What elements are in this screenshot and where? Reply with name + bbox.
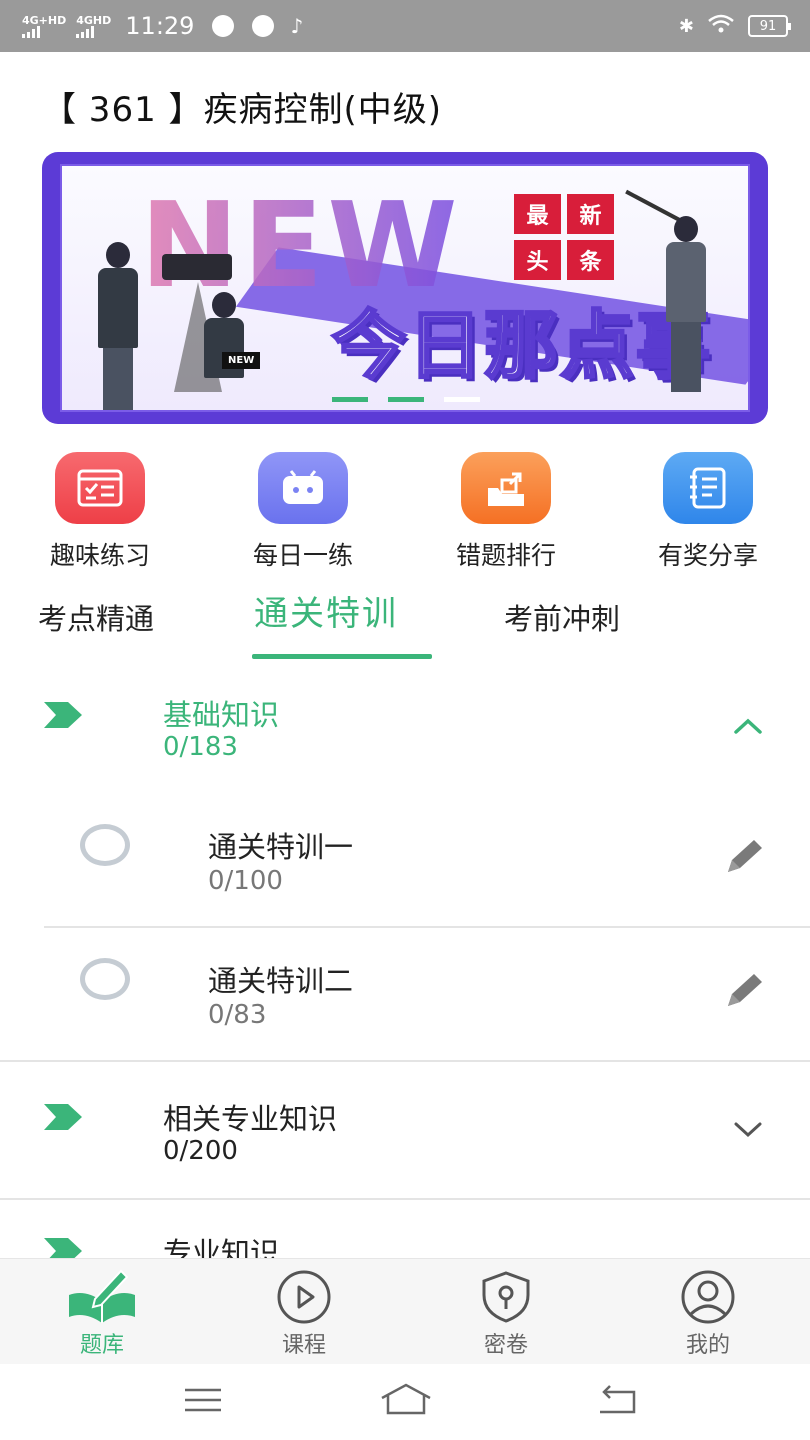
quick-action-share[interactable]: 有奖分享 xyxy=(628,452,788,572)
play-circle-icon xyxy=(277,1270,331,1324)
nav-item-course[interactable]: 课程 xyxy=(244,1269,364,1359)
user-circle-icon xyxy=(681,1270,735,1324)
menu-icon[interactable] xyxy=(183,1386,223,1414)
status-right: ✱ 91 xyxy=(678,14,791,39)
nav-label: 我的 xyxy=(685,1333,730,1358)
promo-banner[interactable]: NEW 最 新 头 条 今日那点事 NEW xyxy=(42,152,768,424)
item-count: 0/83 xyxy=(208,1000,267,1030)
shield-lock-icon xyxy=(482,1271,530,1323)
quick-action-label: 有奖分享 xyxy=(657,541,758,570)
section-title: 相关专业知识 xyxy=(163,1102,338,1136)
system-nav-bar xyxy=(0,1364,810,1440)
section-count: 0/200 xyxy=(163,1136,238,1166)
cameraman-illustration xyxy=(98,242,138,410)
status-time: 11:29 xyxy=(125,12,195,40)
pencil-icon[interactable] xyxy=(724,972,768,1012)
nav-label: 密卷 xyxy=(483,1333,528,1358)
book-pen-icon xyxy=(69,1269,135,1323)
nav-label: 课程 xyxy=(281,1333,326,1358)
tiktok-icon: ♪ xyxy=(290,14,304,38)
section-chevron-icon xyxy=(44,702,82,728)
banner-slogan: 今日那点事 xyxy=(331,302,712,391)
network-signal-icon: 4G+HD xyxy=(22,15,66,38)
chair-sign: NEW xyxy=(222,352,261,369)
page-title: 【 361 】疾病控制(中级) xyxy=(42,90,443,130)
item-title: 通关特训一 xyxy=(208,830,354,864)
banner-image: NEW 最 新 头 条 今日那点事 NEW xyxy=(60,164,750,412)
camera-illustration xyxy=(162,254,232,280)
mistake-export-icon xyxy=(461,452,551,524)
nav-item-secret[interactable]: 密卷 xyxy=(446,1269,566,1359)
notebook-icon xyxy=(663,452,753,524)
section-list: 基础知识 0/183 通关特训一 0/100 通关特训二 0/83 相关专业知识… xyxy=(0,664,810,1330)
section-title: 基础知识 xyxy=(163,698,280,732)
nav-item-tiku[interactable]: 题库 xyxy=(42,1269,162,1359)
battery-level: 91 xyxy=(759,18,777,34)
telegram-icon xyxy=(212,15,235,37)
bluetooth-icon: ✱ xyxy=(678,15,694,37)
quick-action-label: 每日一练 xyxy=(252,541,353,570)
network-label-2: 4GHD xyxy=(76,13,112,27)
quick-action-practice[interactable]: 趣味练习 xyxy=(20,452,180,572)
section-row-related[interactable]: 相关专业知识 0/200 xyxy=(0,1062,810,1198)
back-icon[interactable] xyxy=(596,1384,638,1416)
badge-char: 条 xyxy=(567,240,614,280)
status-left: 4G+HD 4GHD 11:29 ♪ xyxy=(22,12,303,40)
badge-char: 头 xyxy=(514,240,561,280)
nav-item-mine[interactable]: 我的 xyxy=(648,1269,768,1359)
carousel-dot-active[interactable] xyxy=(444,397,480,402)
quick-actions: 趣味练习 每日一练 错题排行 有奖分享 xyxy=(0,452,810,572)
section-chevron-icon xyxy=(44,1104,82,1130)
tab-tongguan[interactable]: 通关特训 xyxy=(254,586,398,635)
quick-action-mistakes[interactable]: 错题排行 xyxy=(426,452,586,572)
home-icon[interactable] xyxy=(378,1382,434,1416)
network-signal-icon-2: 4GHD xyxy=(76,15,111,38)
carousel-dot[interactable] xyxy=(332,397,368,402)
wifi-icon xyxy=(708,14,734,39)
carousel-dot[interactable] xyxy=(388,397,424,402)
pencil-icon[interactable] xyxy=(724,838,768,878)
chevron-up-icon[interactable] xyxy=(732,716,764,736)
bottom-nav: 题库 课程 密卷 我的 xyxy=(0,1258,810,1364)
sound-man-illustration xyxy=(666,216,706,392)
network-label-1: 4G+HD xyxy=(22,13,67,27)
headline-badge: 最 新 头 条 xyxy=(514,194,614,280)
active-tab-indicator xyxy=(252,654,432,659)
battery-icon: 91 xyxy=(748,15,791,37)
daily-box-icon xyxy=(258,452,348,524)
progress-ring-icon xyxy=(80,958,130,1000)
chevron-down-icon[interactable] xyxy=(732,1120,764,1140)
item-title: 通关特训二 xyxy=(208,964,354,998)
section-row-basic[interactable]: 基础知识 0/183 xyxy=(0,664,810,794)
quick-action-label: 错题排行 xyxy=(455,541,556,570)
section-count: 0/183 xyxy=(163,732,238,762)
badge-char: 新 xyxy=(567,194,614,234)
tab-kaodian[interactable]: 考点精通 xyxy=(38,596,154,638)
list-item-training-2[interactable]: 通关特训二 0/83 xyxy=(0,928,810,1060)
badge-char: 最 xyxy=(514,194,561,234)
category-tabs: 考点精通 通关特训 考前冲刺 xyxy=(0,590,810,664)
nav-label: 题库 xyxy=(79,1333,124,1358)
quick-action-daily[interactable]: 每日一练 xyxy=(223,452,383,572)
quick-action-label: 趣味练习 xyxy=(49,541,150,570)
compass-app-icon xyxy=(252,15,275,37)
progress-ring-icon xyxy=(80,824,130,866)
item-count: 0/100 xyxy=(208,866,283,896)
practice-form-icon xyxy=(55,452,145,524)
carousel-dots xyxy=(332,397,480,402)
status-bar: 4G+HD 4GHD 11:29 ♪ ✱ 91 xyxy=(0,0,810,52)
tab-kaoqian[interactable]: 考前冲刺 xyxy=(504,596,620,638)
list-item-training-1[interactable]: 通关特训一 0/100 xyxy=(0,794,810,926)
